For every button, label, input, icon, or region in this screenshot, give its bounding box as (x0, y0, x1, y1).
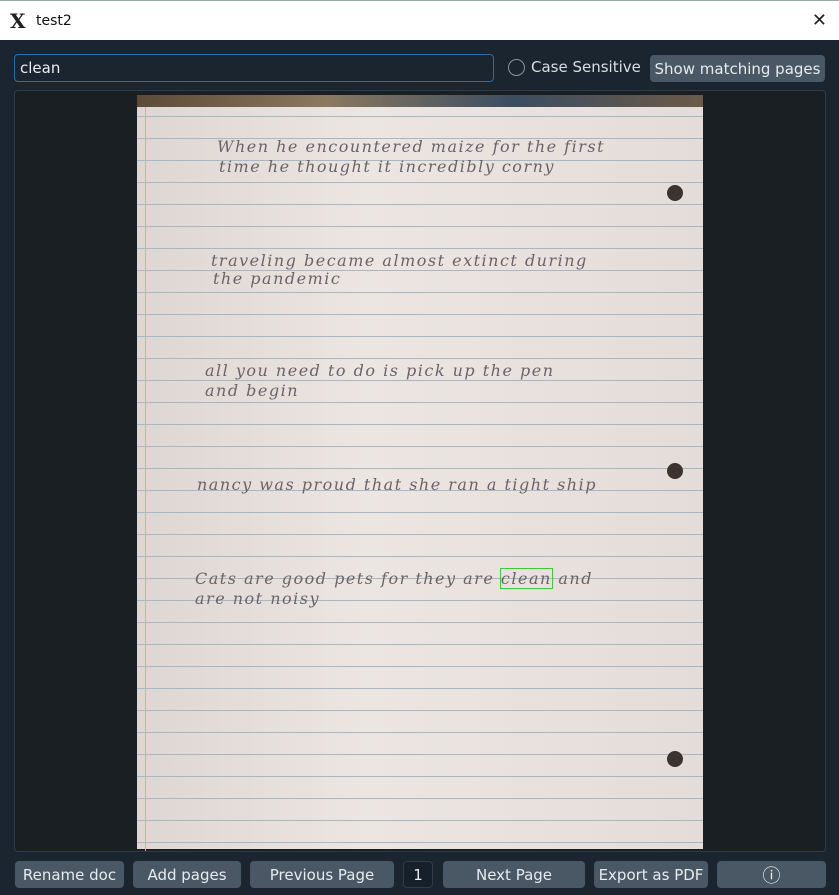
page-viewer: When he encountered maize for the first … (14, 90, 826, 852)
page-image: When he encountered maize for the first … (137, 95, 703, 851)
margin-line (145, 107, 146, 851)
binder-hole (667, 463, 683, 479)
rename-doc-button[interactable]: Rename doc (15, 861, 124, 888)
radio-circle[interactable] (508, 58, 525, 76)
handwritten-line: Cats are good pets for they are clean an… (195, 568, 593, 589)
window-title: test2 (36, 12, 72, 29)
next-page-button[interactable]: Next Page (443, 861, 585, 888)
handwritten-line: When he encountered maize for the first (217, 137, 606, 156)
info-icon[interactable]: ⓘ (717, 861, 826, 888)
handwritten-text: and (558, 569, 593, 588)
handwritten-line: are not noisy (195, 589, 320, 608)
show-matching-pages-button[interactable]: Show matching pages (650, 55, 825, 82)
title-bar: X test2 ✕ (0, 0, 839, 40)
handwritten-text: Cats are good pets for they are (195, 569, 495, 588)
handwritten-line: the pandemic (213, 269, 342, 288)
binder-hole (667, 751, 683, 767)
page-number-field[interactable]: 1 (403, 861, 433, 888)
case-sensitive-radio[interactable]: Case Sensitive (508, 58, 641, 76)
case-sensitive-label: Case Sensitive (531, 58, 641, 76)
close-icon[interactable]: ✕ (812, 10, 827, 31)
handwritten-line: nancy was proud that she ran a tight shi… (197, 475, 597, 494)
handwritten-line: all you need to do is pick up the pen (205, 361, 555, 380)
export-pdf-button[interactable]: Export as PDF (594, 861, 708, 888)
handwritten-line: time he thought it incredibly corny (219, 157, 555, 176)
handwritten-line: and begin (205, 381, 300, 400)
paper-edge (137, 95, 703, 107)
search-match-highlight: clean (499, 568, 553, 589)
app-logo-icon: X (10, 8, 26, 33)
search-input[interactable] (14, 54, 494, 82)
binder-hole (667, 185, 683, 201)
handwritten-line: traveling became almost extinct during (211, 251, 588, 270)
previous-page-button[interactable]: Previous Page (250, 861, 394, 888)
add-pages-button[interactable]: Add pages (133, 861, 241, 888)
